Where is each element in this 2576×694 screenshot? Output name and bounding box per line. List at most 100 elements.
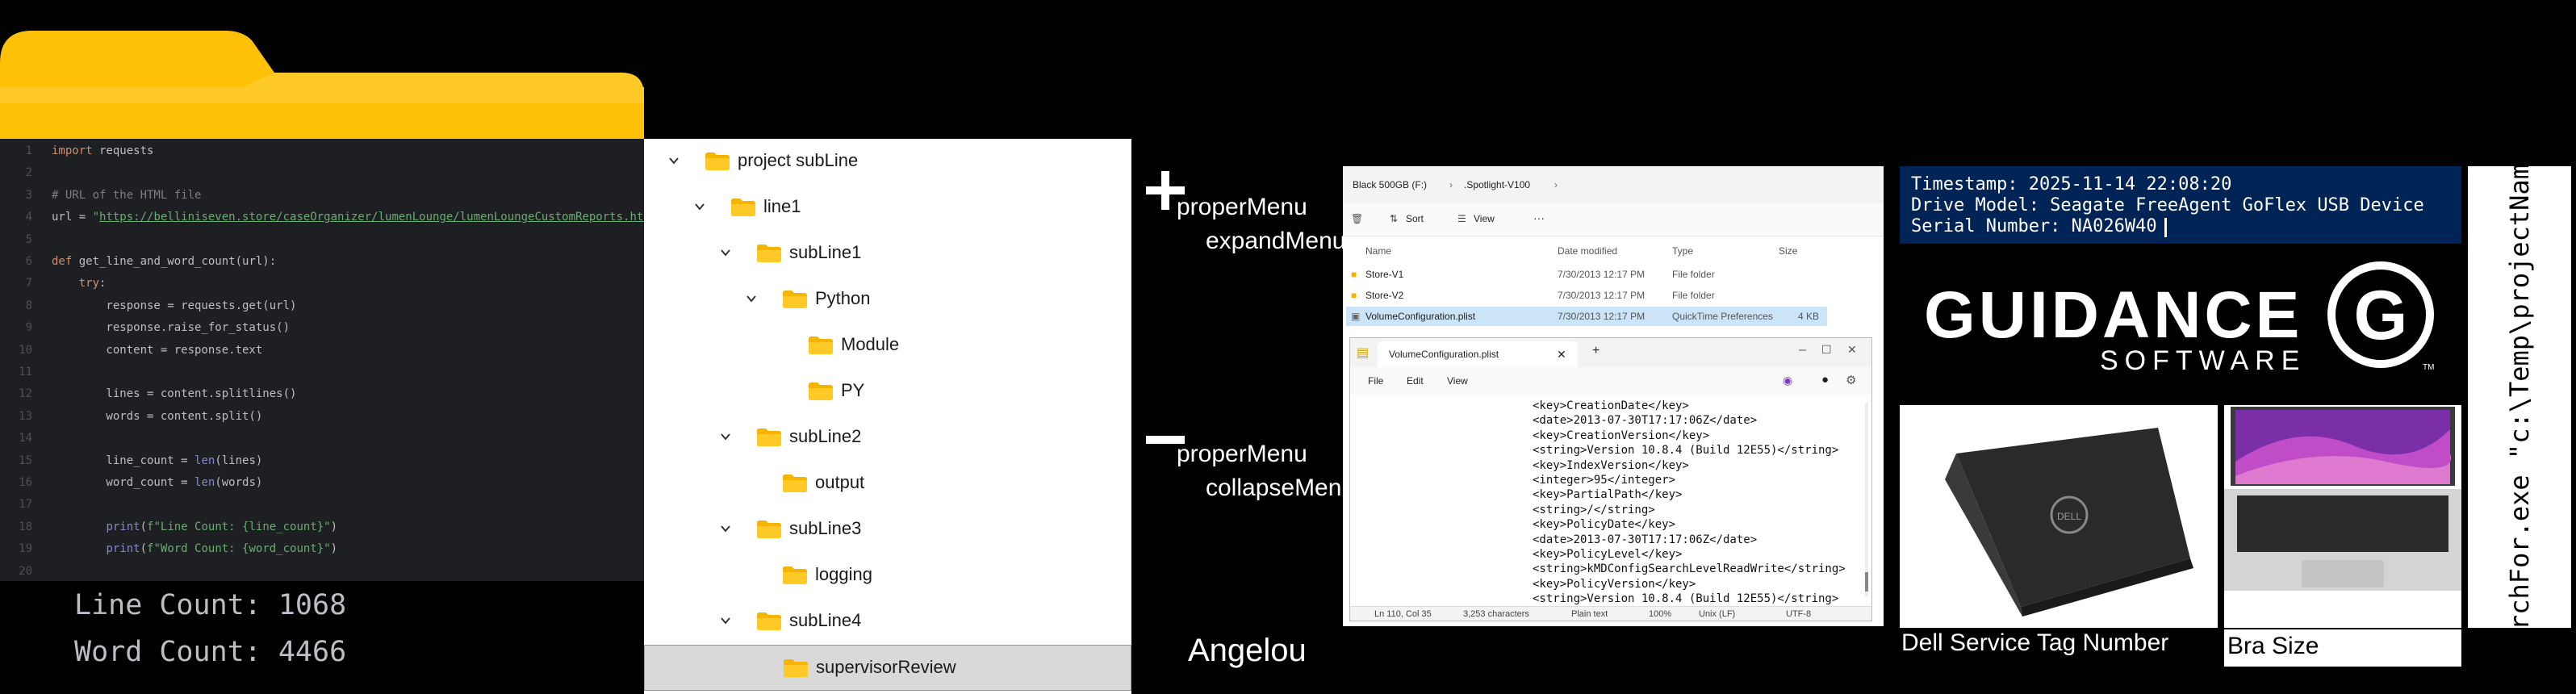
- code-line[interactable]: 1 import requests: [0, 140, 644, 162]
- status-eol[interactable]: Unix (LF): [1699, 609, 1735, 619]
- tree-item[interactable]: supervisorReview: [644, 645, 1131, 691]
- copilot-icon[interactable]: ◉: [1783, 374, 1792, 387]
- tree-item[interactable]: Module: [644, 323, 1131, 369]
- tree-item[interactable]: project subLine: [644, 139, 1131, 185]
- code-editor[interactable]: 1 import requests 2 3 # URL of the HTML file…: [0, 139, 644, 581]
- folder-tree[interactable]: project subLine line1 subLine1 Python Module…: [644, 139, 1131, 694]
- tree-item[interactable]: subLine4: [644, 599, 1131, 645]
- menu-file[interactable]: File: [1368, 375, 1383, 387]
- code-line[interactable]: 9 response.raise_for_status(): [0, 317, 644, 339]
- notepad-line: <string>Version 10.8.4 (Build 12E55)</st…: [1533, 592, 1839, 606]
- menu-edit[interactable]: Edit: [1407, 375, 1424, 387]
- column-date[interactable]: Date modified: [1558, 245, 1617, 257]
- chevron-down-icon[interactable]: [668, 155, 680, 166]
- code-line[interactable]: 13 words = content.split(): [0, 406, 644, 428]
- line-number: 3: [25, 188, 32, 202]
- folder-icon: [783, 475, 807, 492]
- menu-view[interactable]: View: [1447, 375, 1468, 387]
- code-line[interactable]: 20: [0, 561, 644, 581]
- tree-item[interactable]: subLine2: [644, 415, 1131, 461]
- profile-icon[interactable]: ●: [1821, 373, 1829, 387]
- view-button[interactable]: View: [1474, 213, 1495, 224]
- column-size[interactable]: Size: [1779, 245, 1797, 257]
- code-line[interactable]: 12 lines = content.splitlines(): [0, 383, 644, 405]
- file-size: 4 KB: [1798, 311, 1820, 322]
- view-icon[interactable]: ☰: [1457, 213, 1466, 224]
- code-line[interactable]: 4 url = "https://belliniseven.store/caseO…: [0, 207, 644, 228]
- code-line[interactable]: 7 try:: [0, 273, 644, 295]
- folder-icon: [809, 383, 833, 400]
- code-line[interactable]: 6 def get_line_and_word_count(url):: [0, 251, 644, 273]
- chevron-down-icon[interactable]: [720, 431, 731, 442]
- minimize-icon[interactable]: –: [1799, 343, 1806, 357]
- chevron-down-icon[interactable]: [720, 523, 731, 534]
- notepad-line: <string>/</string>: [1533, 503, 1655, 516]
- settings-gear-icon[interactable]: ⚙: [1846, 373, 1856, 387]
- notepad-text-area[interactable]: <key>CreationDate</key> <date>2013-07-30T…: [1350, 398, 1863, 606]
- column-type[interactable]: Type: [1672, 245, 1693, 257]
- code-line[interactable]: 14: [0, 428, 644, 449]
- maximize-icon[interactable]: ☐: [1821, 343, 1832, 357]
- notepad-line: <key>PartialPath</key>: [1533, 488, 1683, 502]
- code-line[interactable]: 17: [0, 494, 644, 516]
- notepad-scrollbar[interactable]: [1865, 403, 1868, 596]
- powershell-terminal[interactable]: Timestamp: 2025-11-14 22:08:20 Drive Mod…: [1900, 166, 2461, 244]
- more-options-button[interactable]: ···: [1533, 211, 1545, 224]
- tree-item[interactable]: output: [644, 461, 1131, 507]
- tree-item-label: subLine3: [789, 518, 862, 538]
- code-line[interactable]: 19 print(f"Word Count: {word_count}"): [0, 538, 644, 560]
- tree-item[interactable]: PY: [644, 369, 1131, 415]
- tree-item-label: subLine2: [789, 426, 862, 446]
- code-line[interactable]: 5: [0, 229, 644, 251]
- folder-icon: ■: [1351, 269, 1357, 280]
- line-count-output: Line Count: 1068: [74, 589, 347, 621]
- chevron-down-icon[interactable]: [720, 615, 731, 626]
- code-line[interactable]: 15 line_count = len(lines): [0, 450, 644, 472]
- code-line[interactable]: 18 print(f"Line Count: {line_count}"): [0, 516, 644, 538]
- tree-item[interactable]: subLine3: [644, 507, 1131, 553]
- file-type: File folder: [1672, 269, 1715, 280]
- file-icon: ▣: [1351, 311, 1361, 322]
- dell-caption: Dell Service Tag Number: [1901, 629, 2169, 656]
- file-row[interactable]: ■ Store-V2 7/30/2013 12:17 PM File folder: [1346, 286, 1827, 305]
- notepad-tab[interactable]: VolumeConfiguration.plist ✕: [1378, 341, 1578, 367]
- dell-laptop-image: DELL: [1900, 405, 2218, 628]
- notepad-line: <date>2013-07-30T17:17:06Z</date>: [1533, 414, 1758, 428]
- close-window-icon[interactable]: ✕: [1847, 343, 1857, 357]
- sort-button[interactable]: Sort: [1406, 213, 1424, 224]
- tree-item[interactable]: line1: [644, 185, 1131, 231]
- file-date: 7/30/2013 12:17 PM: [1558, 311, 1646, 322]
- tree-item-label: Module: [841, 334, 900, 354]
- terminal-cursor: [2164, 218, 2167, 237]
- delete-icon[interactable]: 🗑: [1351, 213, 1363, 224]
- code-line[interactable]: 16 word_count = len(words): [0, 472, 644, 494]
- tree-item[interactable]: subLine1: [644, 231, 1131, 277]
- file-row[interactable]: ▣ VolumeConfiguration.plist 7/30/2013 12:1…: [1346, 307, 1827, 326]
- column-name[interactable]: Name: [1365, 245, 1391, 257]
- status-zoom[interactable]: 100%: [1649, 609, 1671, 619]
- code-line[interactable]: 10 content = response.text: [0, 340, 644, 362]
- file-row[interactable]: ■ Store-V1 7/30/2013 12:17 PM File folder: [1346, 265, 1827, 284]
- chevron-down-icon[interactable]: [746, 293, 757, 304]
- breadcrumb-folder[interactable]: .Spotlight-V100: [1464, 179, 1530, 190]
- address-bar[interactable]: Black 500GB (F:) › .Spotlight-V100 ›: [1343, 166, 1884, 203]
- breadcrumb-drive[interactable]: Black 500GB (F:): [1353, 179, 1427, 190]
- logo-word: GUIDANCE: [1924, 278, 2303, 352]
- tree-item[interactable]: Python: [644, 277, 1131, 323]
- code-line[interactable]: 3 # URL of the HTML file: [0, 185, 644, 207]
- status-encoding[interactable]: UTF-8: [1786, 609, 1811, 619]
- sort-icon[interactable]: ⇅: [1390, 213, 1398, 224]
- status-mode: Plain text: [1571, 609, 1608, 619]
- chevron-down-icon[interactable]: [694, 201, 705, 212]
- notepad-tab-title: VolumeConfiguration.plist: [1389, 349, 1499, 360]
- new-tab-icon[interactable]: +: [1592, 344, 1600, 358]
- close-tab-icon[interactable]: ✕: [1557, 348, 1566, 362]
- notepad-line: <string>Version 10.8.4 (Build 12E55)</st…: [1533, 444, 1839, 458]
- tree-item[interactable]: logging: [644, 553, 1131, 599]
- code-line[interactable]: 11: [0, 362, 644, 383]
- code-line[interactable]: 8 response = requests.get(url): [0, 295, 644, 317]
- code-line[interactable]: 2: [0, 162, 644, 184]
- chevron-down-icon[interactable]: [720, 247, 731, 258]
- file-name: VolumeConfiguration.plist: [1365, 311, 1476, 322]
- file-type: File folder: [1672, 290, 1715, 301]
